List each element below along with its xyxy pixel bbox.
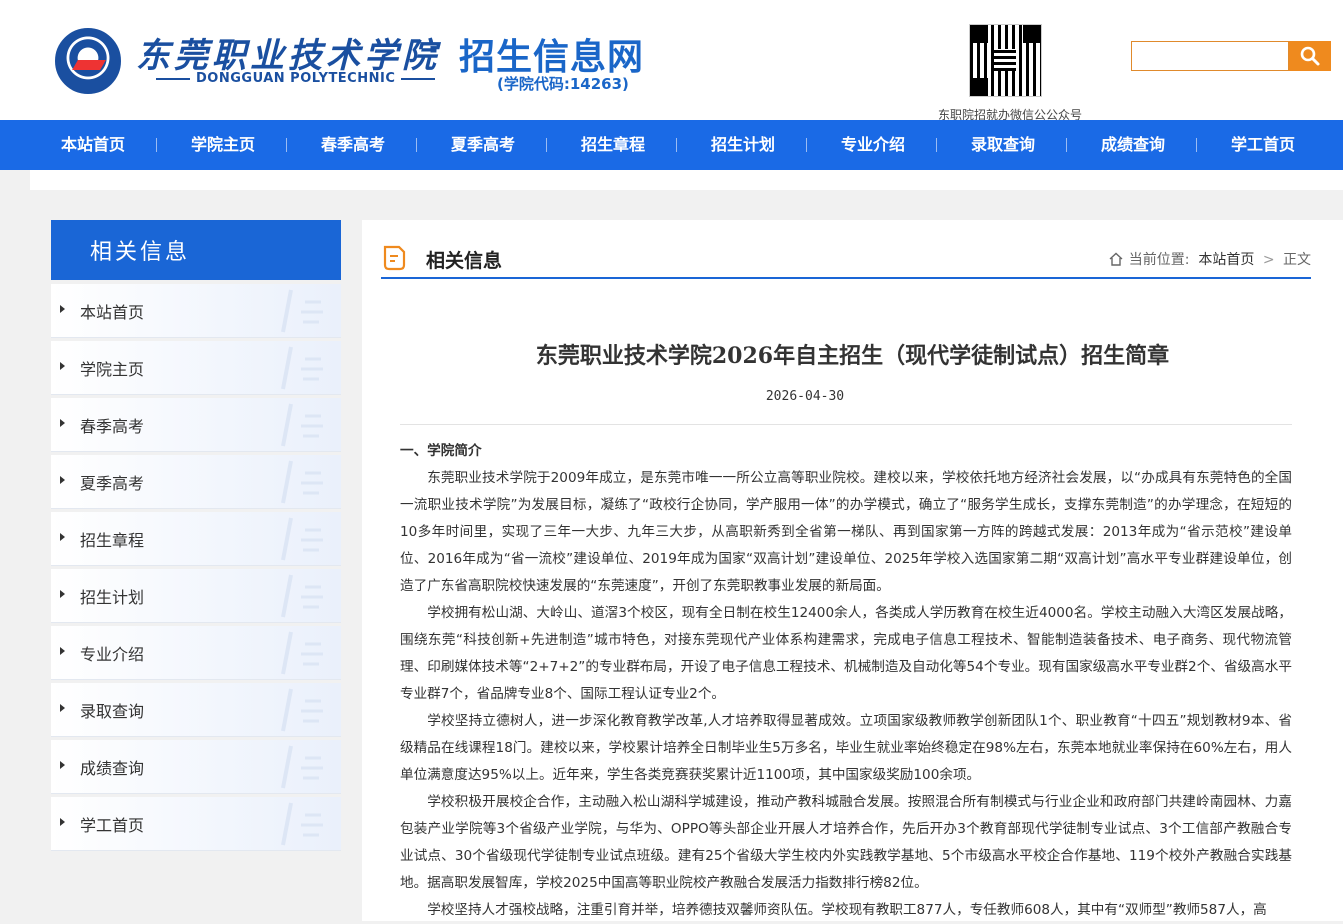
nav-divider (546, 138, 547, 152)
triangle-right-icon (60, 305, 65, 313)
bracket-decoration-icon (281, 574, 323, 618)
sidebar-header: 相关信息 (51, 220, 341, 280)
triangle-right-icon (60, 647, 65, 655)
bracket-decoration-icon (281, 802, 323, 846)
sidebar-item-plan[interactable]: 招生计划 (51, 569, 341, 623)
article-paragraph: 学校坚持人才强校战略，注重引育并举，培养德技双馨师资队伍。学校现有教职工877人… (427, 902, 1267, 918)
bracket-decoration-icon (281, 688, 323, 732)
article-paragraph: 学校拥有松山湖、大岭山、道滘3个校区，现有全日制在校生12400余人，各类成人学… (400, 605, 1292, 702)
search-input[interactable] (1131, 41, 1289, 71)
nav-item-student-affairs[interactable]: 学工首页 (1198, 120, 1328, 170)
bracket-decoration-icon (281, 346, 323, 390)
sidebar-item-student-affairs[interactable]: 学工首页 (51, 797, 341, 851)
article-date: 2026-04-30 (765, 389, 845, 404)
sidebar-item-label: 学院主页 (80, 360, 145, 379)
bracket-decoration-icon (281, 403, 323, 447)
nav-item-spring-exam[interactable]: 春季高考 (288, 120, 418, 170)
bracket-decoration-icon (281, 631, 323, 675)
article-divider (400, 424, 1292, 425)
nav-item-home[interactable]: 本站首页 (28, 120, 158, 170)
triangle-right-icon (60, 761, 65, 769)
sidebar-item-label: 春季高考 (80, 417, 145, 436)
nav-item-majors[interactable]: 专业介绍 (808, 120, 938, 170)
school-name-en: DONGGUAN POLYTECHNIC (150, 71, 441, 86)
article-body: 一、学院简介 东莞职业技术学院于2009年成立，是东莞市唯一一所公立高等职业院校… (400, 438, 1292, 924)
article-paragraph: 学校积极开展校企合作，主动融入松山湖科学城建设，推动产教科城融合发展。按照混合所… (400, 794, 1292, 891)
breadcrumb-home-link[interactable]: 本站首页 (1198, 252, 1254, 268)
breadcrumb-separator: > (1262, 252, 1275, 268)
sidebar-item-college[interactable]: 学院主页 (51, 341, 341, 395)
nav-item-college[interactable]: 学院主页 (158, 120, 288, 170)
school-logo[interactable] (55, 28, 121, 94)
sidebar-item-label: 成绩查询 (80, 759, 145, 778)
bracket-decoration-icon (281, 517, 323, 561)
sidebar-item-admission-query[interactable]: 录取查询 (51, 683, 341, 737)
heading-underline (381, 277, 1311, 279)
breadcrumb-label: 当前位置: (1128, 252, 1190, 268)
breadcrumb: 当前位置: 本站首页 > 正文 (1109, 249, 1311, 269)
sidebar-item-label: 本站首页 (80, 303, 145, 322)
sidebar-item-score-query[interactable]: 成绩查询 (51, 740, 341, 794)
nav-divider (676, 138, 677, 152)
main-nav: 本站首页 学院主页 春季高考 夏季高考 招生章程 招生计划 专业介绍 录取查询 … (0, 120, 1343, 170)
nav-divider (1066, 138, 1067, 152)
nav-underband (30, 170, 1343, 190)
nav-divider (416, 138, 417, 152)
article-paragraph: 东莞职业技术学院于2009年成立，是东莞市唯一一所公立高等职业院校。建校以来，学… (400, 470, 1292, 594)
nav-divider (286, 138, 287, 152)
nav-divider (156, 138, 157, 152)
site-header: 东莞职业技术学院 DONGGUAN POLYTECHNIC · 招生信息网 (学… (0, 0, 1343, 122)
triangle-right-icon (60, 476, 65, 484)
main-content: 相关信息 当前位置: 本站首页 > 正文 东莞职业技术学院2026年自主招生（现… (362, 220, 1343, 921)
sidebar-item-spring-exam[interactable]: 春季高考 (51, 398, 341, 452)
sidebar-item-label: 专业介绍 (80, 645, 145, 664)
triangle-right-icon (60, 818, 65, 826)
search-button[interactable] (1289, 41, 1331, 71)
nav-divider (1196, 138, 1197, 152)
bracket-decoration-icon (281, 745, 323, 789)
bracket-decoration-icon (281, 289, 323, 333)
sidebar-item-label: 招生章程 (80, 531, 145, 550)
sidebar-item-label: 学工首页 (80, 816, 145, 835)
nav-item-score-query[interactable]: 成绩查询 (1068, 120, 1198, 170)
triangle-right-icon (60, 362, 65, 370)
article-paragraph: 学校坚持立德树人，进一步深化教育教学改革,人才培养取得显著成效。立项国家级教师教… (400, 713, 1292, 783)
nav-item-plan[interactable]: 招生计划 (678, 120, 808, 170)
section-heading: 相关信息 (426, 250, 503, 272)
nav-item-charter[interactable]: 招生章程 (548, 120, 678, 170)
title-dot: · (427, 30, 440, 70)
sidebar-item-summer-exam[interactable]: 夏季高考 (51, 455, 341, 509)
sidebar-item-label: 录取查询 (80, 702, 145, 721)
triangle-right-icon (60, 419, 65, 427)
sidebar-item-home[interactable]: 本站首页 (51, 284, 341, 338)
article-title: 东莞职业技术学院2026年自主招生（现代学徒制试点）招生简章 (535, 343, 1170, 369)
school-code: (学院代码:14263) (497, 75, 629, 93)
nav-item-summer-exam[interactable]: 夏季高考 (418, 120, 548, 170)
nav-item-admission-query[interactable]: 录取查询 (938, 120, 1068, 170)
triangle-right-icon (60, 704, 65, 712)
search-icon (1300, 46, 1320, 66)
sidebar-item-charter[interactable]: 招生章程 (51, 512, 341, 566)
breadcrumb-current: 正文 (1283, 252, 1311, 268)
section-heading-intro: 一、学院简介 (400, 443, 482, 459)
wechat-qr-code (969, 24, 1042, 97)
sidebar-title: 相关信息 (90, 240, 191, 265)
school-name-cn: 东莞职业技术学院 (136, 36, 440, 76)
sidebar-item-majors[interactable]: 专业介绍 (51, 626, 341, 680)
triangle-right-icon (60, 590, 65, 598)
triangle-right-icon (60, 533, 65, 541)
document-icon (383, 245, 406, 271)
nav-divider (936, 138, 937, 152)
bracket-decoration-icon (281, 460, 323, 504)
nav-divider (806, 138, 807, 152)
sidebar-item-label: 夏季高考 (80, 474, 145, 493)
sidebar-item-label: 招生计划 (80, 588, 145, 607)
home-icon (1109, 252, 1123, 266)
